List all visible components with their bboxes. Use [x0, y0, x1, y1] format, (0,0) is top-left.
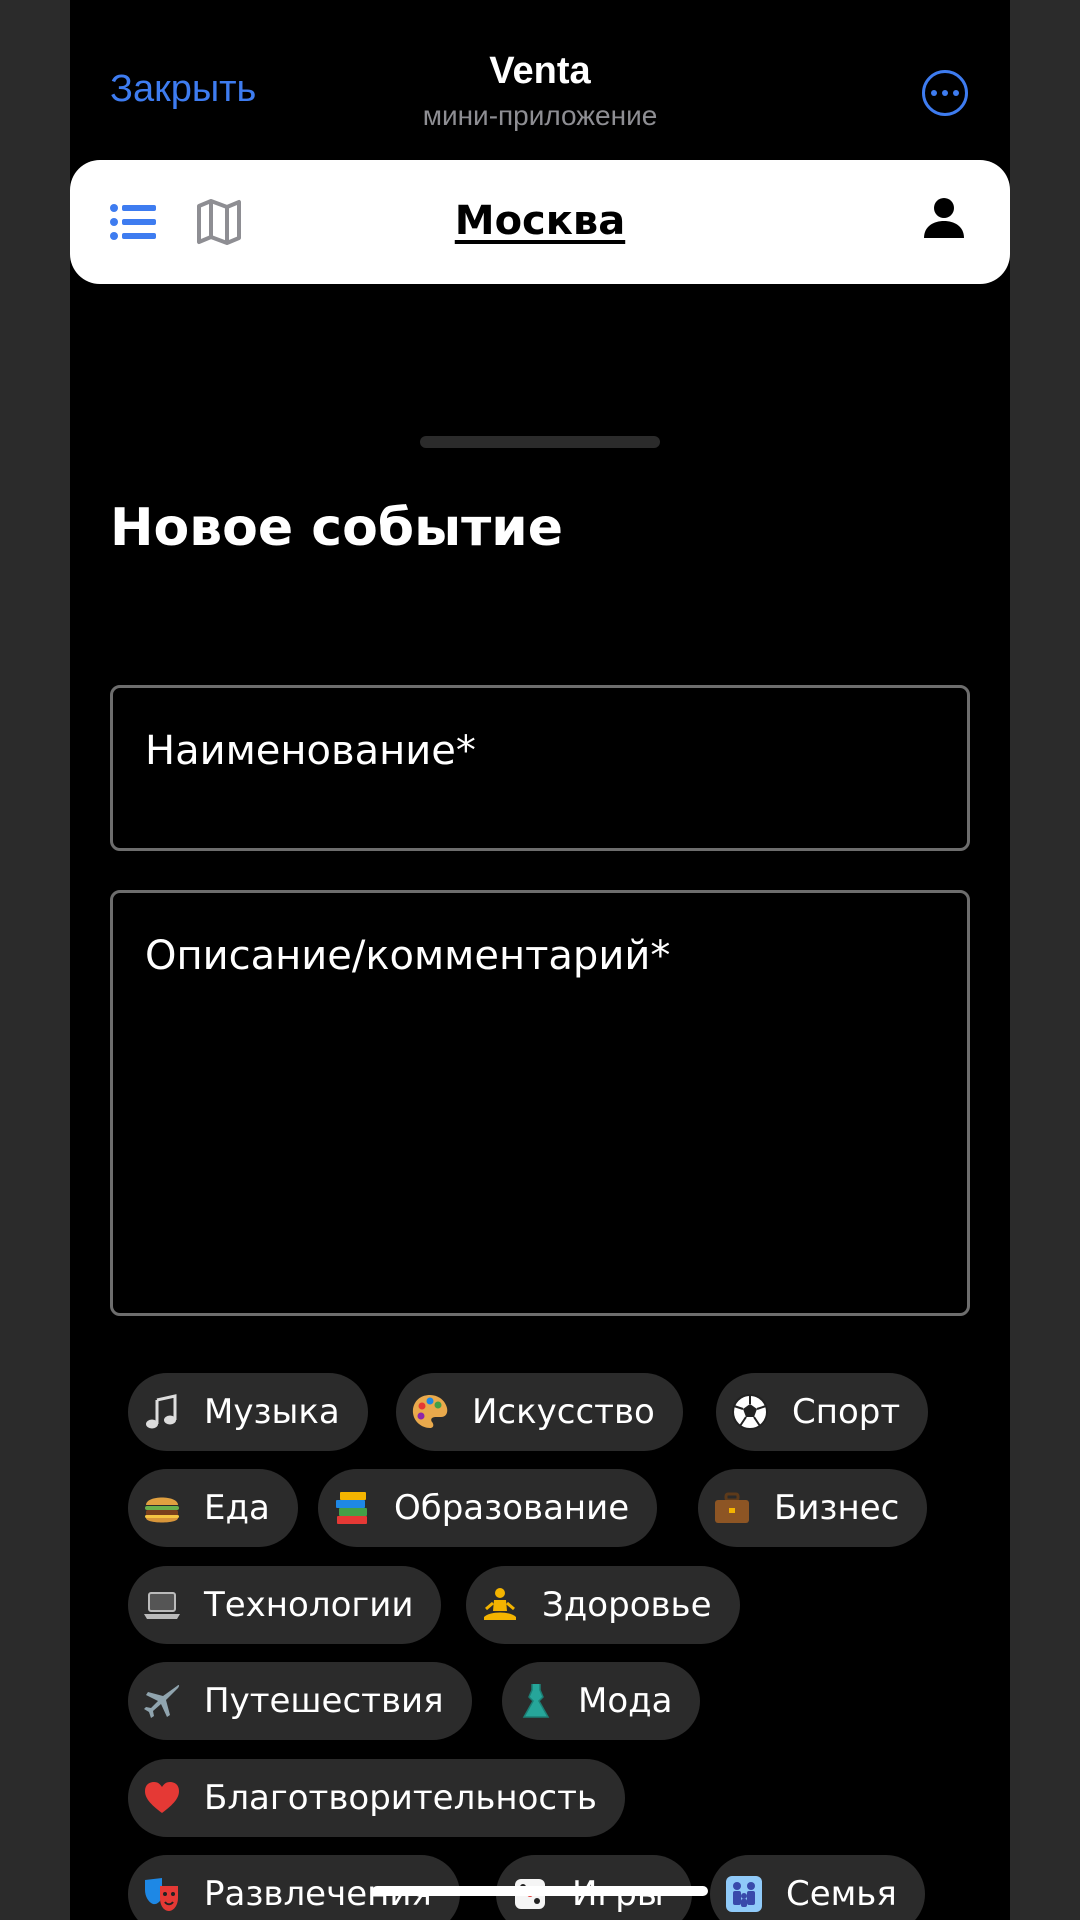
- laptop-icon: [140, 1583, 184, 1627]
- category-chip-music[interactable]: Музыка: [128, 1373, 368, 1451]
- briefcase-icon: [710, 1486, 754, 1530]
- soccer-ball-icon: [728, 1390, 772, 1434]
- home-indicator: [372, 1886, 708, 1896]
- event-name-input[interactable]: Наименование*: [110, 685, 970, 851]
- category-chip-health[interactable]: Здоровье: [466, 1566, 740, 1644]
- category-label: Еда: [204, 1488, 270, 1528]
- category-label: Благотворительность: [204, 1778, 597, 1818]
- miniapp-header: Закрыть Venta мини-приложение: [70, 0, 1010, 160]
- event-name-placeholder: Наименование*: [145, 728, 476, 774]
- category-chip-charity[interactable]: Благотворительность: [128, 1759, 625, 1837]
- meditation-icon: [478, 1583, 522, 1627]
- music-note-icon: [140, 1390, 184, 1434]
- category-label: Бизнес: [774, 1488, 900, 1528]
- category-chip-business[interactable]: Бизнес: [698, 1469, 928, 1547]
- category-label: Здоровье: [542, 1585, 712, 1625]
- more-options-icon[interactable]: [922, 70, 968, 116]
- phone-screen: Закрыть Venta мини-приложение Москва Нов…: [70, 0, 1010, 1920]
- dress-icon: [514, 1679, 558, 1723]
- theater-masks-icon: [140, 1872, 184, 1916]
- sheet-drag-handle[interactable]: [420, 436, 660, 448]
- category-chip-food[interactable]: Еда: [128, 1469, 298, 1547]
- heart-icon: [140, 1776, 184, 1820]
- category-label: Музыка: [204, 1392, 340, 1432]
- app-subtitle: мини-приложение: [422, 100, 658, 131]
- category-label: Мода: [578, 1681, 673, 1721]
- category-chip-family[interactable]: Семья: [710, 1855, 925, 1920]
- palette-icon: [408, 1390, 452, 1434]
- category-chip-sport[interactable]: Спорт: [716, 1373, 929, 1451]
- app-title: Venta: [489, 50, 591, 92]
- event-description-textarea[interactable]: Описание/комментарий*: [110, 890, 970, 1316]
- category-label: Путешествия: [204, 1681, 444, 1721]
- city-selector: Москва: [70, 198, 1010, 244]
- category-chip-education[interactable]: Образование: [318, 1469, 658, 1547]
- books-icon: [330, 1486, 374, 1530]
- category-label: Образование: [394, 1488, 630, 1528]
- category-label: Спорт: [792, 1392, 901, 1432]
- profile-icon[interactable]: [922, 196, 966, 240]
- page-title: Новое событие: [110, 498, 563, 558]
- event-description-placeholder: Описание/комментарий*: [145, 933, 671, 979]
- airplane-icon: [140, 1679, 184, 1723]
- family-icon: [722, 1872, 766, 1916]
- category-chip-fashion[interactable]: Мода: [502, 1662, 701, 1740]
- city-selector-label[interactable]: Москва: [455, 198, 625, 244]
- category-label: Технологии: [204, 1585, 414, 1625]
- top-navbar: Москва: [70, 160, 1010, 284]
- category-chip-travel[interactable]: Путешествия: [128, 1662, 472, 1740]
- category-label: Семья: [786, 1874, 897, 1914]
- category-chip-art[interactable]: Искусство: [396, 1373, 683, 1451]
- category-chip-technology[interactable]: Технологии: [128, 1566, 442, 1644]
- category-label: Искусство: [472, 1392, 655, 1432]
- burger-icon: [140, 1486, 184, 1530]
